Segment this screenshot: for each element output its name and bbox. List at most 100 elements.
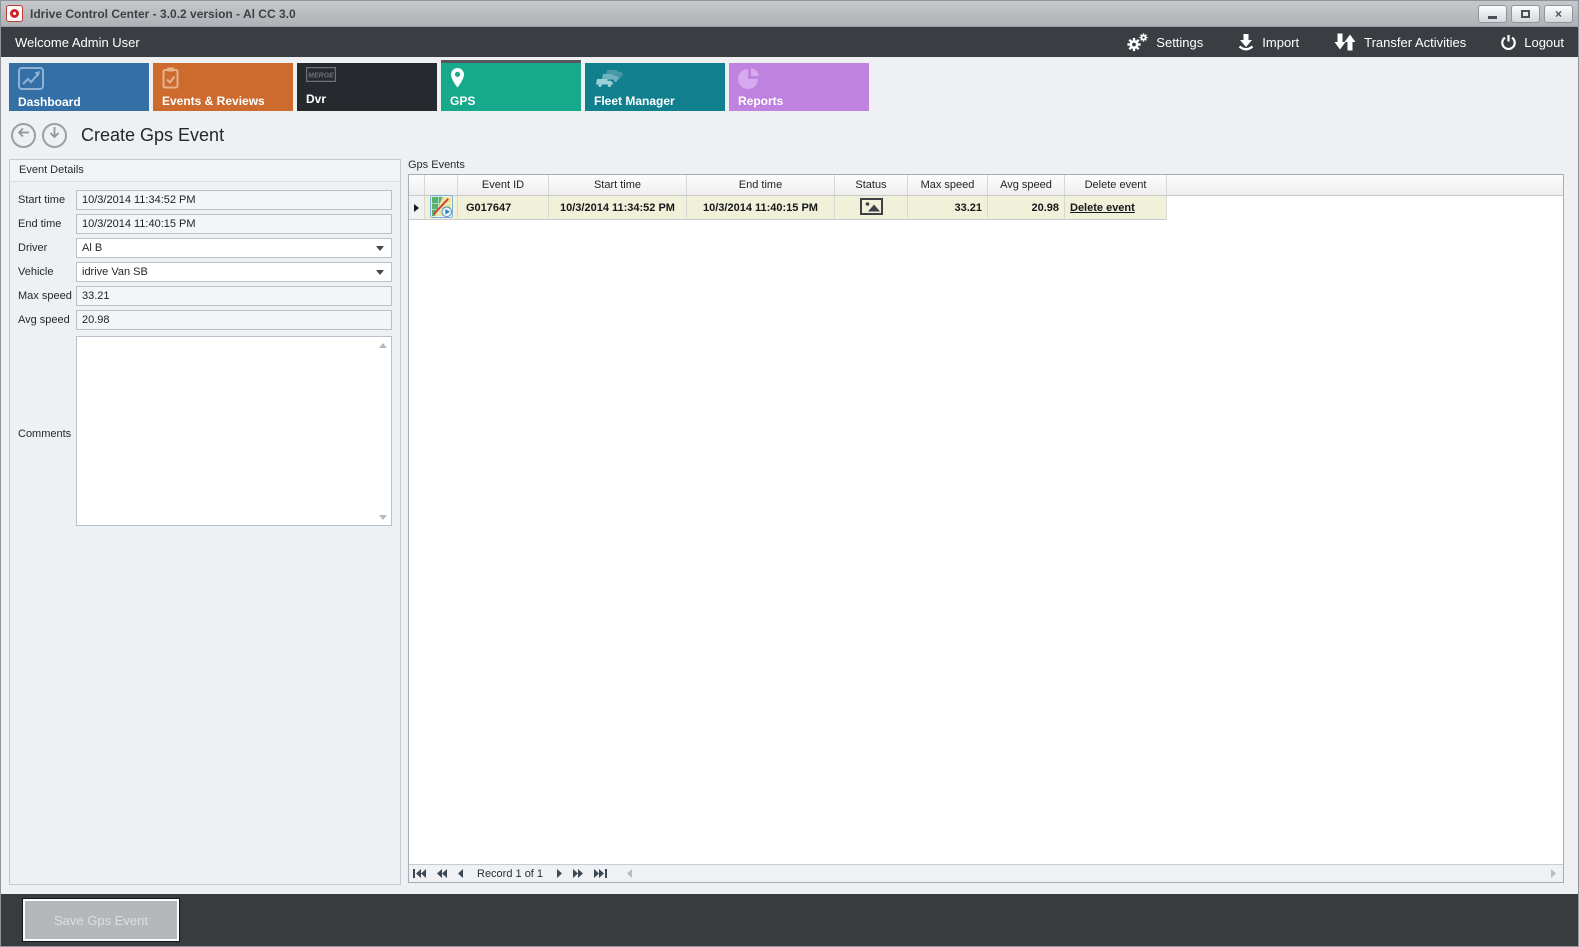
driver-value: Al B bbox=[82, 242, 376, 254]
tab-events-reviews[interactable]: Events & Reviews bbox=[153, 63, 293, 111]
form-row: Comments bbox=[18, 336, 392, 531]
import-button[interactable]: Import bbox=[1237, 33, 1299, 51]
move-down-button[interactable] bbox=[42, 123, 67, 148]
map-play-icon bbox=[430, 195, 453, 221]
form-row: Driver Al B bbox=[18, 238, 392, 258]
app-window: Idrive Control Center - 3.0.2 version - … bbox=[0, 0, 1579, 947]
tile-label: GPS bbox=[450, 94, 572, 108]
action-label: Settings bbox=[1156, 35, 1203, 50]
chevron-down-icon bbox=[376, 246, 384, 251]
end-time-label: End time bbox=[18, 218, 76, 230]
close-button[interactable]: × bbox=[1544, 5, 1573, 23]
form-row: End time bbox=[18, 214, 392, 234]
back-button[interactable] bbox=[11, 123, 36, 148]
cell-avg-speed: 20.98 bbox=[988, 196, 1065, 220]
scroll-down-icon[interactable] bbox=[379, 515, 387, 520]
column-header-avg-speed[interactable]: Avg speed bbox=[988, 175, 1065, 195]
tab-gps[interactable]: GPS bbox=[441, 63, 581, 111]
event-details-form: Start time End time Driver Al B Vehicle bbox=[10, 182, 400, 884]
merge-badge-icon: MERGE bbox=[306, 67, 428, 87]
start-time-input[interactable] bbox=[76, 190, 392, 210]
maximize-button[interactable] bbox=[1511, 5, 1540, 23]
cell-start-time: 10/3/2014 11:34:52 PM bbox=[549, 196, 687, 220]
avg-speed-label: Avg speed bbox=[18, 314, 76, 326]
grid-empty-area bbox=[409, 220, 1563, 864]
grid-pager: Record 1 of 1 bbox=[409, 864, 1563, 882]
comments-label: Comments bbox=[18, 428, 76, 440]
power-icon bbox=[1500, 34, 1517, 51]
header-actions: Settings Import Transfer bbox=[1125, 32, 1564, 52]
pager-next-button[interactable] bbox=[556, 869, 563, 878]
gps-events-section: Gps Events Event ID Start time End time … bbox=[408, 159, 1564, 885]
action-label: Import bbox=[1262, 35, 1299, 50]
window-title: Idrive Control Center - 3.0.2 version - … bbox=[30, 7, 296, 21]
pager-prev-button[interactable] bbox=[457, 869, 464, 878]
header-filler-cell bbox=[1167, 175, 1563, 195]
settings-button[interactable]: Settings bbox=[1125, 32, 1203, 52]
title-bar: Idrive Control Center - 3.0.2 version - … bbox=[1, 1, 1578, 27]
tile-label: Dvr bbox=[306, 92, 428, 106]
comments-field-wrapper bbox=[76, 336, 392, 531]
driver-label: Driver bbox=[18, 242, 76, 254]
minimize-button[interactable] bbox=[1478, 5, 1507, 23]
cell-status[interactable] bbox=[835, 196, 908, 220]
column-header-delete-event[interactable]: Delete event bbox=[1065, 175, 1167, 195]
page-heading: Create Gps Event bbox=[1, 117, 1578, 153]
close-icon: × bbox=[1555, 8, 1562, 20]
cell-event-id: G017647 bbox=[458, 196, 549, 220]
down-arrow-icon bbox=[48, 126, 61, 144]
column-header-max-speed[interactable]: Max speed bbox=[908, 175, 988, 195]
welcome-text: Welcome Admin User bbox=[15, 35, 140, 50]
back-arrow-icon bbox=[17, 126, 30, 144]
comments-textarea[interactable] bbox=[76, 336, 392, 526]
pager-next-page-button[interactable] bbox=[572, 869, 584, 878]
save-gps-event-button[interactable]: Save Gps Event bbox=[23, 899, 179, 941]
form-row: Avg speed bbox=[18, 310, 392, 330]
tab-dashboard[interactable]: Dashboard bbox=[9, 63, 149, 111]
vehicle-select[interactable]: idrive Van SB bbox=[76, 262, 392, 282]
action-label: Transfer Activities bbox=[1364, 35, 1466, 50]
column-header-event-id[interactable]: Event ID bbox=[458, 175, 549, 195]
row-indicator-cell bbox=[409, 196, 425, 220]
cell-end-time: 10/3/2014 11:40:15 PM bbox=[687, 196, 835, 220]
vehicle-label: Vehicle bbox=[18, 266, 76, 278]
vehicle-value: idrive Van SB bbox=[82, 266, 376, 278]
delete-event-link[interactable]: Delete event bbox=[1070, 202, 1135, 214]
main-content: Event Details Start time End time Driver… bbox=[1, 153, 1578, 885]
event-details-panel: Event Details Start time End time Driver… bbox=[9, 159, 401, 885]
line-chart-icon bbox=[18, 67, 140, 95]
end-time-input[interactable] bbox=[76, 214, 392, 234]
scroll-up-icon[interactable] bbox=[379, 343, 387, 348]
import-icon bbox=[1237, 33, 1255, 51]
hscroll-right-arrow-icon[interactable] bbox=[1550, 869, 1557, 878]
start-time-label: Start time bbox=[18, 194, 76, 206]
driver-select[interactable]: Al B bbox=[76, 238, 392, 258]
row-filler-cell bbox=[1167, 196, 1563, 220]
clipboard-check-icon bbox=[162, 67, 284, 94]
pager-last-button[interactable] bbox=[593, 869, 607, 878]
hscroll-left-arrow-icon[interactable] bbox=[626, 869, 633, 878]
welcome-bar: Welcome Admin User bbox=[1, 27, 1578, 57]
tab-dvr[interactable]: MERGE Dvr bbox=[297, 63, 437, 111]
trucks-icon bbox=[594, 67, 716, 94]
row-indicator-icon bbox=[414, 204, 419, 212]
column-header-status[interactable]: Status bbox=[835, 175, 908, 195]
tab-reports[interactable]: Reports bbox=[729, 63, 869, 111]
logout-button[interactable]: Logout bbox=[1500, 34, 1564, 51]
max-speed-input[interactable] bbox=[76, 286, 392, 306]
grid-title: Gps Events bbox=[408, 159, 1564, 171]
transfer-arrows-icon bbox=[1333, 33, 1357, 51]
cell-delete-event: Delete event bbox=[1065, 196, 1167, 220]
pager-prev-page-button[interactable] bbox=[436, 869, 448, 878]
tab-fleet-manager[interactable]: Fleet Manager bbox=[585, 63, 725, 111]
table-row[interactable]: G017647 10/3/2014 11:34:52 PM 10/3/2014 … bbox=[409, 196, 1563, 220]
pie-chart-icon bbox=[738, 67, 860, 94]
pager-first-button[interactable] bbox=[413, 869, 427, 878]
row-map-cell[interactable] bbox=[425, 196, 458, 220]
location-pin-icon bbox=[450, 67, 572, 94]
column-header-end-time[interactable]: End time bbox=[687, 175, 835, 195]
column-header-start-time[interactable]: Start time bbox=[549, 175, 687, 195]
avg-speed-input[interactable] bbox=[76, 310, 392, 330]
tile-label: Fleet Manager bbox=[594, 94, 716, 108]
transfer-activities-button[interactable]: Transfer Activities bbox=[1333, 33, 1466, 51]
